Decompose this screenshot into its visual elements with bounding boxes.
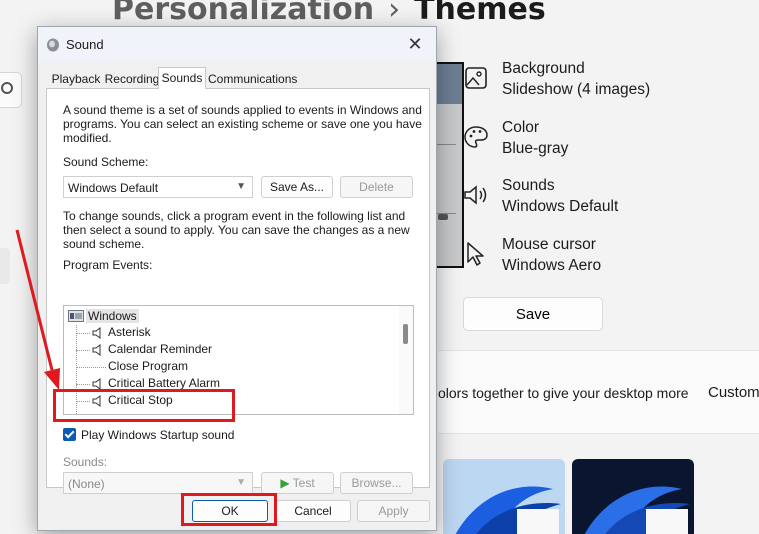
annotation-ok-highlight: [181, 493, 277, 526]
annotation-arrow: [15, 229, 60, 390]
annotation-checkbox-highlight: [53, 389, 235, 422]
tab-sounds[interactable]: Sounds: [158, 67, 206, 89]
